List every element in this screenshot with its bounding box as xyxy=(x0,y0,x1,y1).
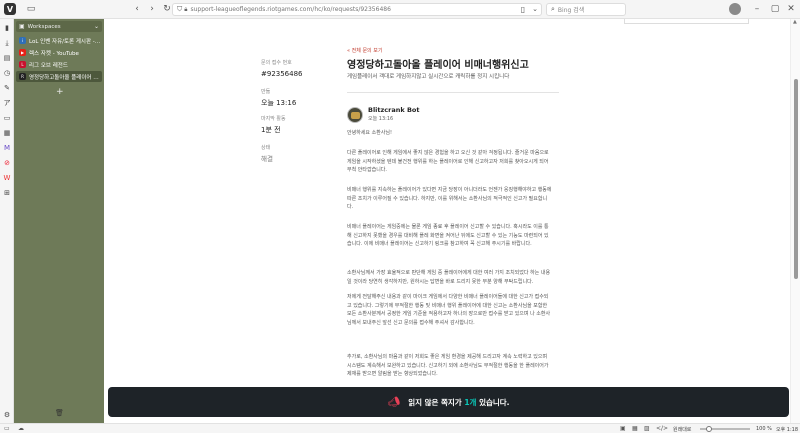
header-stub xyxy=(624,19,749,24)
status-value: 해결 xyxy=(261,155,273,163)
status-bar: ▭ ☁ ▣ ▦ ▨ </> 원래대로 100 % 오후 1:18 xyxy=(0,423,800,433)
clock: 오후 1:18 xyxy=(776,427,799,433)
divider xyxy=(347,92,559,93)
created-value: 오늘 13:16 xyxy=(261,99,297,107)
zoom-slider-handle[interactable] xyxy=(706,426,712,432)
bookmarks-icon[interactable]: ▮ xyxy=(1,22,13,34)
tab-label: 영정당하고돌아올 플레이어 비매너 xyxy=(29,74,102,81)
tab-league-of-legends[interactable]: L 리그 오브 레전드 xyxy=(16,59,102,70)
inven-favicon-icon: i xyxy=(19,37,26,44)
side-panel-bar: ▮ ⤓ ▤ ◷ ✎ ア ▭ ▦ M ⊘ W ⊞ ⚙ xyxy=(0,19,14,423)
minimize-icon[interactable]: – xyxy=(750,2,764,16)
wikipedia-icon[interactable]: W xyxy=(1,172,13,184)
post-time: 오늘 13:16 xyxy=(368,116,394,122)
url-text[interactable]: support-leagueoflegends.riotgames.com/hc… xyxy=(190,6,390,13)
unread-count: 1개 xyxy=(464,397,477,407)
search-input[interactable]: ⌕ Bing 검색 xyxy=(546,3,626,16)
maximize-icon[interactable]: ▢ xyxy=(768,2,782,16)
history-icon[interactable]: ◷ xyxy=(1,67,13,79)
shield-icon[interactable]: ⛉ xyxy=(177,5,182,14)
page-title: 영정당하고돌아올 플레이어 비매너행위신고 xyxy=(347,60,529,71)
close-icon[interactable]: ✕ xyxy=(784,2,798,16)
back-to-requests-link[interactable]: « 전체 문의 보기 xyxy=(347,47,382,54)
search-placeholder: Bing 검색 xyxy=(557,7,585,14)
status-label: 상태 xyxy=(261,145,271,151)
youtube-favicon-icon: ▶ xyxy=(19,49,26,56)
post-paragraph: 추가로, 소환사님의 마음과 같이 저희도 좋은 게임 환경을 제공해 드리고자… xyxy=(347,354,549,378)
request-id-label: 문의 접수 번호 xyxy=(261,60,292,66)
tab-label: LoL 인벤 자유/토론 게시판 - 리그 xyxy=(29,38,102,45)
tab-sidebar: ▣ Workspaces ⌄ i LoL 인벤 자유/토론 게시판 - 리그 ▶… xyxy=(14,19,104,423)
tab-lol-inven[interactable]: i LoL 인벤 자유/토론 게시판 - 리그 xyxy=(16,35,102,46)
window-icon[interactable]: ▭ xyxy=(1,112,13,124)
post-paragraph: 다른 플레이어로 인해 게임에서 좋지 않은 경험을 하고 오신 것 같아 걱정… xyxy=(347,150,549,174)
request-description: 게임플레이서 객대로 게임하지않고 실시간으로 캐릭하를 정지 시킵니다 xyxy=(347,74,510,80)
unread-message-toast[interactable]: 📣︎ 읽지 않은 쪽지가 1개 있습니다. xyxy=(108,387,789,417)
calendar-icon[interactable]: ▦ xyxy=(1,127,13,139)
post-paragraph: 저에게 전달해주신 내용과 같이 마이크 게임에서 다양한 비매너 플레이어들에… xyxy=(347,294,551,327)
post-paragraph: 비매너 행위를 지속하는 플레이어가 있다면 지금 당장이 아니더라도 언젠가 … xyxy=(347,187,552,211)
lol-favicon-icon: L xyxy=(19,61,26,68)
vivaldi-menu-button[interactable]: V xyxy=(4,3,16,15)
cloud-sync-icon[interactable]: ☁ xyxy=(18,425,24,432)
web-page: 문의 접수 번호 #92356486 만듦 오늘 13:16 마지막 활동 1분… xyxy=(104,19,790,423)
zoom-level: 100 % xyxy=(756,426,772,432)
toast-text: 읽지 않은 쪽지가 1개 있습니다. xyxy=(408,397,510,407)
translate-icon[interactable]: ア xyxy=(1,97,13,109)
tab-report-request[interactable]: R 영정당하고돌아올 플레이어 비매너 xyxy=(16,71,102,82)
trash-icon[interactable]: 🗑︎ xyxy=(55,409,64,417)
back-button[interactable]: ‹ xyxy=(130,2,144,16)
page-scrollbar[interactable]: ▲ xyxy=(790,19,800,423)
lock-icon[interactable]: 🔒︎ xyxy=(184,6,187,14)
tab-youtube[interactable]: ▶ 렉스 자켓 - YouTube xyxy=(16,47,102,58)
search-engine-icon[interactable]: ⌕ xyxy=(551,5,555,14)
settings-icon[interactable]: ⚙ xyxy=(1,409,13,421)
request-id-value: #92356486 xyxy=(261,70,303,78)
address-bar[interactable]: ⛉ 🔒︎ support-leagueoflegends.riotgames.c… xyxy=(172,3,542,16)
author-name: Blitzcrank Bot xyxy=(368,106,420,114)
tab-label: 리그 오브 레전드 xyxy=(29,62,68,69)
new-tab-plus-icon[interactable]: + xyxy=(56,87,64,97)
reading-list-icon[interactable]: ✎ xyxy=(1,82,13,94)
riot-favicon-icon: R xyxy=(19,73,26,80)
panel-toggle-icon[interactable]: ▭ xyxy=(24,2,38,16)
post-paragraph: 비매너 플레이어는 게임중에는 물론 게임 종료 후 플레이어 신고할 수 있습… xyxy=(347,224,549,248)
chevron-down-icon[interactable]: ⌄ xyxy=(528,2,542,16)
browser-toolbar: V ▭ ‹ › ↻ ⛉ 🔒︎ support-leagueoflegends.r… xyxy=(0,0,800,19)
created-label: 만듦 xyxy=(261,89,271,95)
forward-button[interactable]: › xyxy=(145,2,159,16)
scroll-thumb[interactable] xyxy=(794,79,798,279)
page-actions-icon[interactable]: </> xyxy=(656,425,668,432)
avatar xyxy=(347,107,363,123)
tab-label: 렉스 자켓 - YouTube xyxy=(29,50,79,57)
last-activity-label: 마지막 활동 xyxy=(261,116,286,122)
megaphone-icon: 📣︎ xyxy=(387,396,401,408)
capture-icon[interactable]: ▣ xyxy=(620,425,626,432)
last-activity-value: 1분 전 xyxy=(261,126,281,134)
workspace-icon: ▣ xyxy=(19,23,25,30)
profile-avatar[interactable] xyxy=(729,3,741,15)
mastodon-icon[interactable]: M xyxy=(1,142,13,154)
images-icon[interactable]: ▨ xyxy=(644,425,650,432)
workspace-label: Workspaces xyxy=(27,23,61,30)
notes-icon[interactable]: ▤ xyxy=(1,52,13,64)
tiling-icon[interactable]: ▦ xyxy=(632,425,638,432)
post-paragraph: 안녕하세요 소환사님! xyxy=(347,130,392,136)
vivaldi-social-icon[interactable]: ⊘ xyxy=(1,157,13,169)
post-paragraph: 소환사님께서 가장 효율적으로 판단해 게임 중 플레이어에게 대한 여러 가지… xyxy=(347,270,551,285)
panel-toggle-icon[interactable]: ▭ xyxy=(4,425,10,432)
scroll-up-icon[interactable]: ▲ xyxy=(793,19,797,25)
zoom-reset-label[interactable]: 원래대로 xyxy=(673,426,691,433)
chevron-down-icon[interactable]: ⌄ xyxy=(94,23,99,30)
workspace-selector[interactable]: ▣ Workspaces ⌄ xyxy=(16,21,102,32)
add-panel-icon[interactable]: ⊞ xyxy=(1,187,13,199)
downloads-icon[interactable]: ⤓ xyxy=(1,37,13,49)
